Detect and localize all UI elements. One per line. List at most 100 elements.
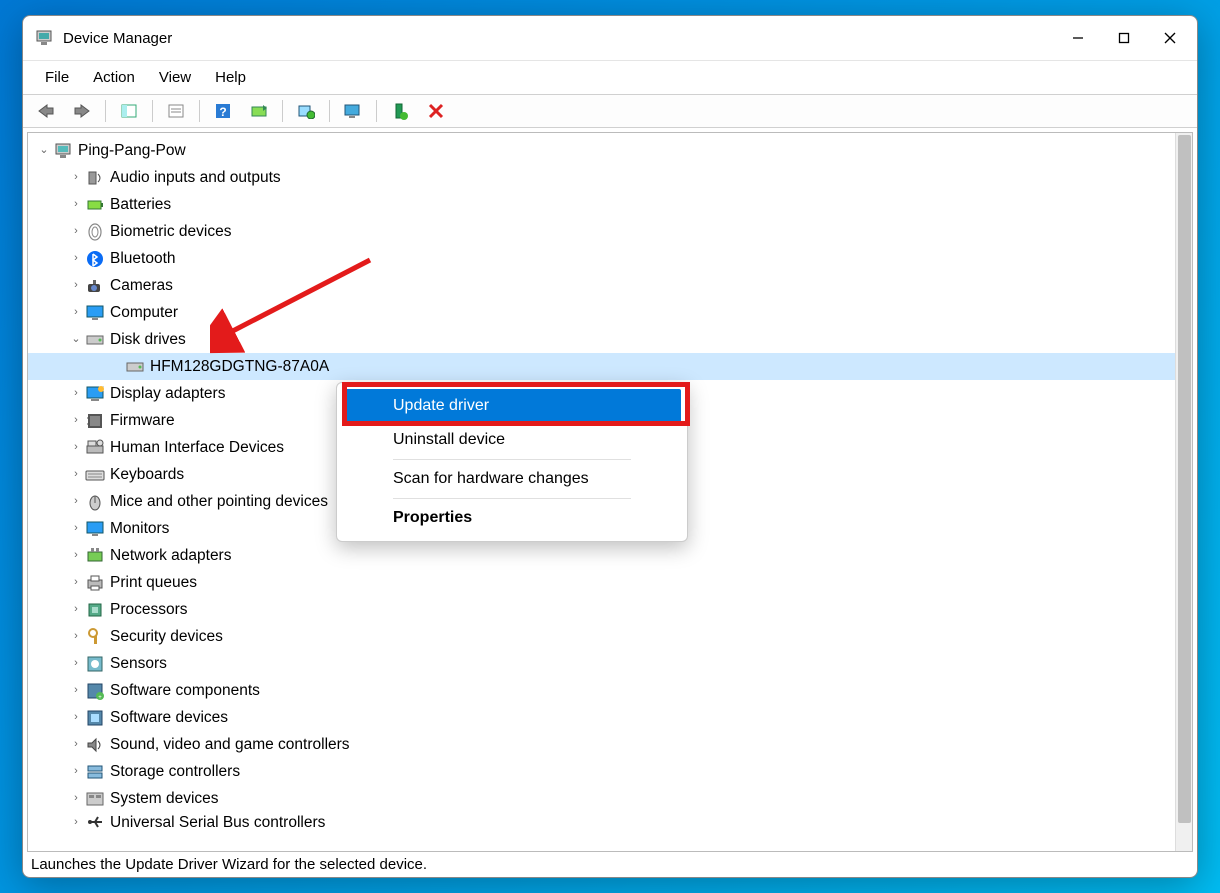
device-category-icon (84, 518, 106, 540)
expand-icon[interactable]: › (68, 731, 84, 758)
tree-category[interactable]: ›Network adapters (28, 542, 1192, 569)
tree-item-label: Monitors (110, 515, 169, 542)
tree-category[interactable]: › Processors (28, 596, 1192, 623)
tree-category[interactable]: › Software devices (28, 704, 1192, 731)
device-category-icon (84, 275, 106, 297)
collapse-icon[interactable]: ⌄ (68, 326, 84, 353)
svg-text:?: ? (219, 105, 226, 119)
tree-item-label: Print queues (110, 569, 197, 596)
context-menu-item[interactable]: Update driver (343, 389, 681, 423)
tree-item-label: HFM128GDGTNG-87A0A (150, 353, 329, 380)
close-button[interactable] (1147, 18, 1193, 58)
tree-category[interactable]: ›Bluetooth (28, 245, 1192, 272)
menu-view[interactable]: View (147, 67, 203, 88)
toolbar-uninstall-monitor-button[interactable] (336, 99, 370, 123)
collapse-icon[interactable]: ⌄ (36, 137, 52, 164)
device-category-icon (84, 599, 106, 621)
expand-icon[interactable]: › (68, 191, 84, 218)
device-category-icon (84, 812, 106, 832)
menu-file[interactable]: File (33, 67, 81, 88)
tree-category[interactable]: › Batteries (28, 191, 1192, 218)
tree-device-selected[interactable]: HFM128GDGTNG-87A0A (28, 353, 1192, 380)
tree-item-label: System devices (110, 785, 219, 812)
device-category-icon (84, 653, 106, 675)
expand-icon[interactable]: › (68, 164, 84, 191)
toolbar-forward-button[interactable] (65, 99, 99, 123)
tree-category[interactable]: › System devices (28, 785, 1192, 812)
expand-icon[interactable]: › (68, 650, 84, 677)
toolbar-show-hidden-button[interactable] (112, 99, 146, 123)
tree-category[interactable]: › Print queues (28, 569, 1192, 596)
expand-icon[interactable]: › (68, 407, 84, 434)
tree-item-label: Processors (110, 596, 188, 623)
menu-help[interactable]: Help (203, 67, 258, 88)
tree-item-label: Software devices (110, 704, 228, 731)
expand-icon[interactable]: › (68, 677, 84, 704)
window-title: Device Manager (63, 30, 1055, 47)
tree-item-label: Mice and other pointing devices (110, 488, 328, 515)
toolbar-separator (199, 100, 200, 122)
menu-action[interactable]: Action (81, 67, 147, 88)
tree-item-label: Ping-Pang-Pow (78, 137, 186, 164)
tree-category[interactable]: ›Universal Serial Bus controllers (28, 812, 1192, 832)
expand-icon[interactable]: › (68, 515, 84, 542)
tree-category[interactable]: ›Sound, video and game controllers (28, 731, 1192, 758)
toolbar-separator (152, 100, 153, 122)
tree-category[interactable]: ⌄Disk drives (28, 326, 1192, 353)
toolbar-help-button[interactable]: ? (206, 99, 240, 123)
tree-category[interactable]: › Storage controllers (28, 758, 1192, 785)
expand-icon[interactable]: › (68, 488, 84, 515)
expand-icon[interactable]: › (68, 812, 84, 832)
device-category-icon (84, 437, 106, 459)
tree-category[interactable]: ›Cameras (28, 272, 1192, 299)
expand-icon[interactable]: › (68, 299, 84, 326)
tree-item-label: Display adapters (110, 380, 225, 407)
context-menu-item[interactable]: Properties (343, 501, 681, 535)
expand-icon[interactable]: › (68, 272, 84, 299)
toolbar-enable-device-button[interactable] (383, 99, 417, 123)
device-category-icon (84, 761, 106, 783)
tree-item-label: Audio inputs and outputs (110, 164, 281, 191)
minimize-button[interactable] (1055, 18, 1101, 58)
expand-icon[interactable]: › (68, 623, 84, 650)
expand-icon[interactable]: › (68, 704, 84, 731)
vertical-scrollbar[interactable] (1175, 133, 1192, 851)
device-category-icon (84, 572, 106, 594)
tree-category[interactable]: › Computer (28, 299, 1192, 326)
context-menu-item[interactable]: Scan for hardware changes (343, 462, 681, 496)
expand-icon[interactable]: › (68, 245, 84, 272)
tree-category[interactable]: ›Biometric devices (28, 218, 1192, 245)
toolbar-update-driver-button[interactable] (289, 99, 323, 123)
context-menu-item[interactable]: Uninstall device (343, 423, 681, 457)
expand-icon[interactable]: › (68, 434, 84, 461)
context-menu: Update driverUninstall device Scan for ha… (336, 382, 688, 542)
toolbar-separator (329, 100, 330, 122)
expand-icon[interactable]: › (68, 461, 84, 488)
device-category-icon (52, 140, 74, 162)
titlebar: Device Manager (23, 16, 1197, 60)
toolbar-properties-button[interactable] (159, 99, 193, 123)
menubar: File Action View Help (23, 60, 1197, 94)
expand-icon[interactable]: › (68, 380, 84, 407)
expand-icon[interactable]: › (68, 596, 84, 623)
expand-icon[interactable]: › (68, 785, 84, 812)
tree-category[interactable]: ›+Software components (28, 677, 1192, 704)
tree-item-label: Computer (110, 299, 178, 326)
tree-root[interactable]: ⌄ Ping-Pang-Pow (28, 137, 1192, 164)
maximize-button[interactable] (1101, 18, 1147, 58)
context-menu-separator (393, 498, 631, 499)
expand-icon[interactable]: › (68, 569, 84, 596)
toolbar-scan-hardware-button[interactable] (242, 99, 276, 123)
expand-icon[interactable]: › (68, 218, 84, 245)
tree-item-label: Batteries (110, 191, 171, 218)
scrollbar-thumb[interactable] (1178, 135, 1191, 823)
tree-item-label: Human Interface Devices (110, 434, 284, 461)
tree-item-label: Storage controllers (110, 758, 240, 785)
toolbar-back-button[interactable] (29, 99, 63, 123)
expand-icon[interactable]: › (68, 758, 84, 785)
tree-category[interactable]: › Audio inputs and outputs (28, 164, 1192, 191)
tree-category[interactable]: ›Security devices (28, 623, 1192, 650)
expand-icon[interactable]: › (68, 542, 84, 569)
toolbar-disable-device-button[interactable] (419, 99, 453, 123)
tree-category[interactable]: ›Sensors (28, 650, 1192, 677)
